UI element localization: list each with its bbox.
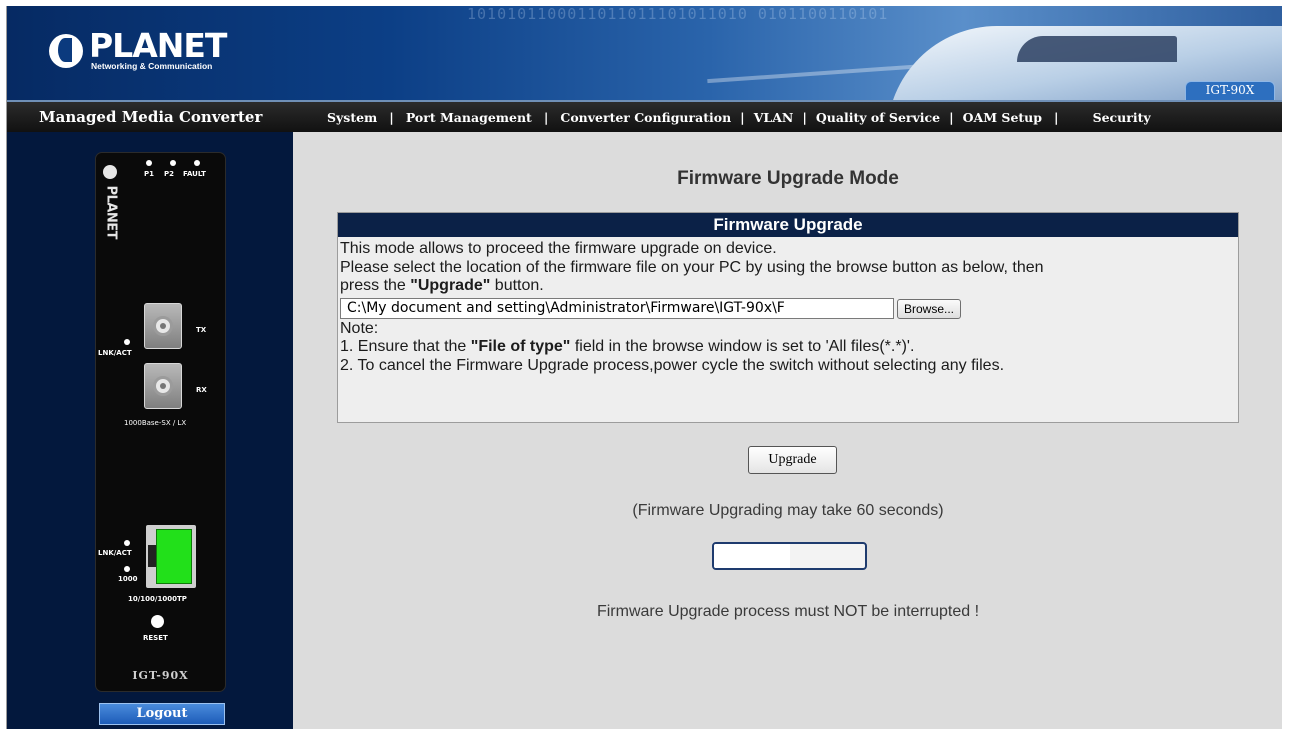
copper-lnk-led	[124, 540, 130, 546]
browser-frame: 1010101100011011011101011010 01011001101…	[6, 6, 1282, 729]
device-logo-icon	[103, 165, 117, 179]
rx-label: RX	[196, 386, 207, 394]
tx-label: TX	[196, 326, 207, 334]
copper-1000-label: 1000	[118, 575, 138, 583]
instruction-line-3-tail: button.	[490, 277, 544, 294]
copper-lnk-label: LNK/ACT	[98, 549, 132, 557]
upgrade-button[interactable]: Upgrade	[748, 446, 837, 474]
instruction-line-2: Please select the location of the firmwa…	[340, 258, 1044, 276]
fiber-port-tx-hole	[153, 316, 173, 336]
led-fault-label: FAULT	[183, 170, 206, 178]
note-line-1-text: 1. Ensure that the	[340, 338, 471, 355]
menu-quality-of-service[interactable]: Quality of Service	[816, 110, 940, 125]
note-line-2: 2. To cancel the Firmware Upgrade proces…	[340, 356, 1005, 374]
fiber-port-rx-hole	[153, 376, 173, 396]
browse-button[interactable]: Browse...	[897, 298, 962, 319]
menu-converter-configuration[interactable]: Converter Configuration	[560, 110, 731, 125]
led-p2	[170, 160, 176, 166]
device-model-label: IGT-90X	[132, 669, 189, 682]
instruction-line-3-text: press the	[340, 277, 411, 294]
main-content: Firmware Upgrade Mode Firmware Upgrade T…	[293, 132, 1282, 729]
led-p1-label: P1	[144, 170, 155, 178]
sidebar: PLANET P1 P2 FAULT TX RX LNK/ACT 1000Bas…	[7, 132, 293, 729]
menu-security[interactable]: Security	[1093, 110, 1151, 125]
note-line-1-tail: field in the browse window is set to 'Al…	[570, 338, 915, 355]
note-file-of-type-keyword: "File of type"	[470, 338, 571, 355]
instruction-line-1: This mode allows to proceed the firmware…	[340, 240, 777, 257]
menu-separator: |	[740, 109, 745, 125]
menu-separator: |	[802, 109, 807, 125]
banner-train-window	[1017, 36, 1177, 62]
menu-separator: |	[543, 109, 549, 125]
rj45-port	[146, 525, 196, 588]
product-name: Managed Media Converter	[39, 108, 263, 126]
interrupt-warning: Firmware Upgrade process must NOT be int…	[596, 603, 980, 620]
upgrade-progress-bar	[712, 542, 867, 570]
brand-tagline: Networking & Communication	[91, 61, 213, 71]
file-select-row: C:\My document and setting\Administrator…	[340, 298, 1236, 320]
panel-header: Firmware Upgrade	[338, 213, 1238, 237]
upgrade-progress-fill	[714, 544, 790, 568]
led-fault	[194, 160, 200, 166]
fiber-lnk-label: LNK/ACT	[98, 349, 132, 357]
planet-logo-icon	[49, 34, 83, 68]
device-logo: PLANET	[100, 163, 122, 253]
page-title: Firmware Upgrade Mode	[677, 168, 899, 189]
logout-button[interactable]: Logout	[99, 703, 225, 725]
menu-vlan[interactable]: VLAN	[754, 110, 794, 125]
rj45-clip	[148, 545, 156, 567]
device-front-panel: PLANET P1 P2 FAULT TX RX LNK/ACT 1000Bas…	[95, 152, 226, 692]
firmware-file-input[interactable]: C:\My document and setting\Administrator…	[340, 298, 894, 319]
fiber-port-rx	[144, 363, 182, 409]
copper-port-label: 10/100/1000TP	[128, 595, 187, 603]
copper-1000-led	[124, 566, 130, 572]
rj45-jack	[156, 529, 192, 584]
menu-separator: |	[1054, 109, 1059, 125]
menu-system[interactable]: System	[327, 110, 377, 125]
menu-separator: |	[949, 109, 954, 125]
instruction-line-3: press the "Upgrade" button.	[340, 277, 1236, 296]
menu-port-management[interactable]: Port Management	[406, 110, 532, 125]
reset-button	[151, 615, 164, 628]
top-nav-bar: Managed Media Converter System | Port Ma…	[7, 100, 1282, 132]
instruction-upgrade-keyword: "Upgrade"	[410, 277, 491, 294]
note-line-1: 1. Ensure that the "File of type" field …	[340, 338, 1236, 357]
led-p1	[146, 160, 152, 166]
upgrade-duration-note: (Firmware Upgrading may take 60 seconds)	[632, 502, 944, 519]
header-banner: 1010101100011011011101011010 01011001101…	[7, 6, 1282, 100]
note-label: Note:	[340, 319, 379, 337]
menu-oam-setup[interactable]: OAM Setup	[963, 110, 1042, 125]
banner-binary-graphic: 1010101100011011011101011010 01011001101…	[467, 6, 887, 23]
device-logo-text: PLANET	[103, 185, 119, 240]
panel-body: This mode allows to proceed the firmware…	[338, 237, 1238, 375]
firmware-upgrade-panel: Firmware Upgrade This mode allows to pro…	[337, 212, 1239, 423]
main-menu: System | Port Management | Converter Con…	[327, 102, 1151, 132]
fiber-port-tx	[144, 303, 182, 349]
brand-name: PLANET	[89, 26, 227, 65]
fiber-port-label: 1000Base-SX / LX	[124, 419, 187, 427]
reset-label: RESET	[143, 634, 168, 642]
fiber-lnk-led	[124, 339, 130, 345]
model-tab: IGT-90X	[1185, 81, 1275, 100]
led-p2-label: P2	[164, 170, 175, 178]
menu-separator: |	[389, 109, 394, 125]
planet-logo: PLANET Networking & Communication	[49, 26, 227, 74]
